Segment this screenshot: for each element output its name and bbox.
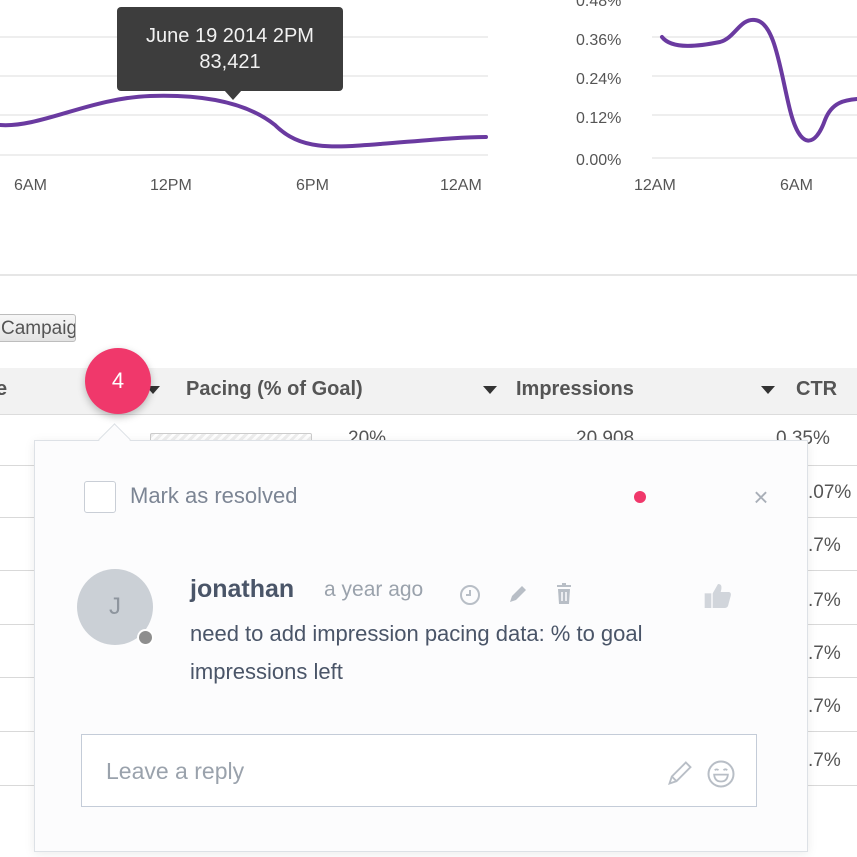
thumbs-up-icon[interactable] <box>702 580 734 612</box>
pen-icon[interactable] <box>666 759 694 787</box>
comment-marker-badge[interactable]: 4 <box>85 348 151 414</box>
x-tick-6am: 6AM <box>780 177 813 194</box>
clock-icon[interactable] <box>458 583 482 607</box>
chart-tooltip: June 19 2014 2PM 83,421 <box>117 7 343 100</box>
x-tick-12pm: 12PM <box>150 177 192 194</box>
sort-caret-icon[interactable] <box>761 386 775 394</box>
ctr-line <box>660 17 857 143</box>
trash-icon[interactable] <box>552 582 576 606</box>
pencil-icon[interactable] <box>506 582 530 606</box>
campaign-button[interactable]: Campaign <box>0 314 76 342</box>
tooltip-date: June 19 2014 2PM <box>146 25 314 47</box>
x-tick-6pm: 6PM <box>296 177 329 194</box>
mark-resolved-checkbox[interactable] <box>84 481 116 513</box>
x-tick-12am: 12AM <box>440 177 482 194</box>
ctr-cell: .7% <box>808 590 841 611</box>
ctr-cell: .7% <box>808 696 841 717</box>
reply-input[interactable] <box>104 757 628 786</box>
comment-text-line: impressions left <box>190 659 343 684</box>
x-tick-6am: 6AM <box>14 177 47 194</box>
mark-resolved-label[interactable]: Mark as resolved <box>130 483 298 509</box>
section-divider <box>0 274 857 276</box>
x-tick-12am: 12AM <box>634 177 676 194</box>
ctr-cell: .7% <box>808 535 841 556</box>
ctr-cell: .07% <box>808 482 852 503</box>
comment-body: need to add impression pacing data: % to… <box>190 615 750 691</box>
column-header-pacing[interactable]: Pacing (% of Goal) <box>186 378 363 401</box>
presence-status-icon <box>137 629 154 646</box>
tooltip-value: 83,421 <box>199 51 261 73</box>
column-header-impressions[interactable]: Impressions <box>516 378 634 401</box>
emoji-icon[interactable] <box>706 759 736 789</box>
ctr-cell: .7% <box>808 750 841 771</box>
ctr-cell: .7% <box>808 643 841 664</box>
y-tick-012: 0.12% <box>576 110 621 127</box>
comment-text-line: need to add impression pacing data: % to… <box>190 621 643 646</box>
column-header-name[interactable]: e <box>0 378 7 401</box>
close-icon[interactable]: × <box>748 484 774 510</box>
comment-author[interactable]: jonathan <box>190 575 294 604</box>
ctr-chart: 0.48% 0.36% 0.24% 0.12% 0.00% 12AM 6AM <box>576 0 857 194</box>
y-tick-000: 0.00% <box>576 152 621 169</box>
y-tick-048: 0.48% <box>576 0 621 10</box>
campaign-button-label: Campaign <box>1 318 76 339</box>
column-header-ctr[interactable]: CTR <box>796 378 837 401</box>
impressions-line <box>0 93 488 149</box>
sort-caret-icon[interactable] <box>483 386 497 394</box>
y-tick-024: 0.24% <box>576 71 621 88</box>
reply-box[interactable] <box>81 734 757 807</box>
comment-timestamp: a year ago <box>324 578 424 601</box>
unread-indicator-dot <box>634 491 646 503</box>
y-tick-036: 0.36% <box>576 32 621 49</box>
